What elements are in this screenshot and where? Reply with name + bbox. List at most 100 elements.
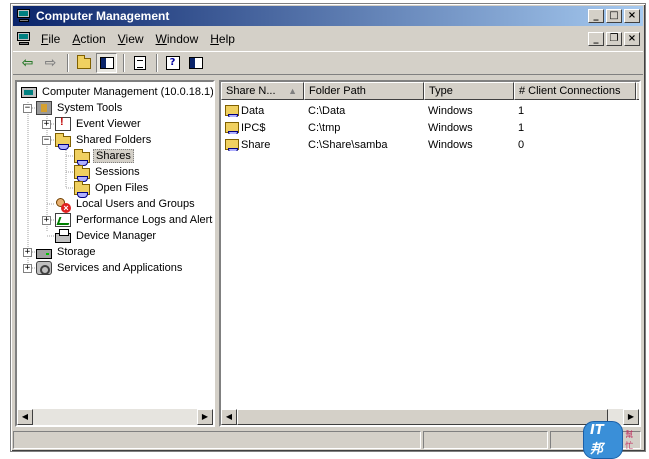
system-tools-icon <box>36 101 52 115</box>
tree-node-device-manager[interactable]: Device Manager <box>42 228 158 244</box>
client-area: Computer Management (10.0.18.1) − System… <box>13 78 643 429</box>
maximize-button[interactable]: □ <box>606 9 622 23</box>
event-viewer-icon <box>55 116 71 131</box>
scroll-right-icon[interactable]: ▶ <box>197 409 213 425</box>
cell-type: Windows <box>428 121 473 134</box>
menu-window[interactable]: Window <box>150 32 205 46</box>
minimize-button[interactable]: _ <box>588 9 604 23</box>
storage-icon <box>36 248 52 259</box>
expand-icon[interactable]: + <box>42 215 51 225</box>
tree-node-open-files[interactable]: Open Files <box>61 180 150 198</box>
tree-node-computer-management[interactable]: Computer Management (10.0.18.1) <box>21 84 214 100</box>
scroll-track[interactable] <box>237 409 623 425</box>
computer-icon <box>21 86 37 98</box>
expand-icon[interactable]: + <box>23 247 32 257</box>
cell-type: Windows <box>428 138 473 151</box>
details-list[interactable]: Share N... ▲ Folder Path Type # Client C… <box>219 80 641 427</box>
document-window-controls: _ ❐ × <box>588 32 643 46</box>
status-panel-main <box>13 431 421 449</box>
tree-node-sessions[interactable]: Sessions <box>61 164 142 182</box>
column-header-type[interactable]: Type <box>424 82 514 100</box>
document-system-menu-icon[interactable] <box>15 31 33 47</box>
table-row[interactable]: IPC$ C:\tmp Windows 1 <box>221 119 634 136</box>
cell-share-name: Share <box>241 138 271 151</box>
shared-folder-icon <box>55 132 71 150</box>
tree-node-services-and-applications[interactable]: + Services and Applications <box>23 260 184 276</box>
tree-label-device-manager: Device Manager <box>76 230 157 242</box>
menu-bar: File Action View Window Help _ ❐ × <box>13 28 643 50</box>
column-header-filler <box>636 82 639 100</box>
document-minimize-button[interactable]: _ <box>588 32 604 46</box>
tree-node-event-viewer[interactable]: + Event Viewer <box>42 116 143 132</box>
console-tree[interactable]: Computer Management (10.0.18.1) − System… <box>15 80 215 427</box>
cell-client-connections: 1 <box>518 104 525 117</box>
tree-node-storage[interactable]: + Storage <box>23 244 98 260</box>
collapse-icon[interactable]: − <box>23 103 32 113</box>
collapse-icon[interactable]: − <box>42 135 51 145</box>
cell-share-name: Data <box>241 104 265 117</box>
scroll-left-icon[interactable]: ◀ <box>17 409 33 425</box>
table-row[interactable]: Data C:\Data Windows 1 <box>221 102 634 119</box>
tree-label-sessions: Sessions <box>95 166 140 178</box>
tree-node-performance-logs[interactable]: + Performance Logs and Alerts <box>42 212 215 228</box>
local-users-icon <box>55 197 71 213</box>
up-one-level-icon[interactable] <box>73 53 94 73</box>
table-row[interactable]: Share C:\Share\samba Windows 0 <box>221 136 634 153</box>
cell-client-connections: 0 <box>518 138 525 151</box>
tree-node-shared-folders[interactable]: − Shared Folders <box>42 132 153 150</box>
scroll-track[interactable] <box>33 409 197 425</box>
tree-label-local-users: Local Users and Groups <box>76 198 195 210</box>
show-hide-tree-icon[interactable] <box>96 53 117 73</box>
scroll-left-icon[interactable]: ◀ <box>221 409 237 425</box>
expand-icon[interactable]: + <box>42 119 51 129</box>
cell-folder-path: C:\tmp <box>308 121 341 134</box>
toolbar-separator <box>67 54 69 72</box>
list-header: Share N... ▲ Folder Path Type # Client C… <box>221 82 639 100</box>
tree-label-open-files: Open Files <box>95 182 149 194</box>
document-close-button[interactable]: × <box>624 32 640 46</box>
column-header-client-connections[interactable]: # Client Connections <box>514 82 636 100</box>
computer-management-icon <box>16 9 32 23</box>
document-restore-button[interactable]: ❐ <box>606 32 622 46</box>
title-bar[interactable]: Computer Management _ □ × <box>13 6 643 26</box>
shared-folder-icon <box>74 148 90 166</box>
show-hide-action-pane-icon[interactable] <box>185 53 206 73</box>
cell-folder-path: C:\Share\samba <box>308 138 388 151</box>
close-button[interactable]: × <box>624 9 640 23</box>
menu-help[interactable]: Help <box>204 32 241 46</box>
performance-logs-icon <box>55 213 71 227</box>
computer-management-window: Computer Management _ □ × File Action Vi… <box>10 3 646 452</box>
status-bar <box>13 431 643 449</box>
help-icon[interactable]: ? <box>162 53 183 73</box>
ithome-watermark-logo: IT邦 幫忙 <box>583 421 641 459</box>
scroll-thumb[interactable] <box>237 409 608 425</box>
cell-folder-path: C:\Data <box>308 104 346 117</box>
export-list-icon[interactable] <box>129 53 150 73</box>
tree-label-performance-logs: Performance Logs and Alerts <box>76 214 215 226</box>
cell-client-connections: 1 <box>518 121 525 134</box>
menu-view[interactable]: View <box>112 32 150 46</box>
shared-folder-icon <box>74 180 90 198</box>
menu-action[interactable]: Action <box>66 32 111 46</box>
forward-arrow-icon[interactable]: ⇨ <box>40 53 61 73</box>
tree-node-local-users-and-groups[interactable]: Local Users and Groups <box>42 196 197 213</box>
status-panel-2 <box>423 431 548 449</box>
toolbar: ⇦ ⇨ ? <box>13 51 643 75</box>
tree-label-root: Computer Management (10.0.18.1) <box>42 86 214 98</box>
shared-folder-icon <box>225 105 239 117</box>
toolbar-separator <box>123 54 125 72</box>
tree-node-system-tools[interactable]: − System Tools <box>23 100 124 116</box>
expand-icon[interactable]: + <box>23 263 32 273</box>
cell-type: Windows <box>428 104 473 117</box>
tree-horizontal-scrollbar[interactable]: ◀ ▶ <box>17 409 213 425</box>
back-arrow-icon[interactable]: ⇦ <box>17 53 38 73</box>
column-header-folder-path[interactable]: Folder Path <box>304 82 424 100</box>
tree-label-system-tools: System Tools <box>57 102 123 114</box>
device-manager-icon <box>55 228 71 243</box>
column-header-share-name[interactable]: Share N... ▲ <box>221 82 304 100</box>
scroll-right-icon[interactable]: ▶ <box>623 409 639 425</box>
list-horizontal-scrollbar[interactable]: ◀ ▶ <box>221 409 639 425</box>
tree-label-shares: Shares <box>93 149 134 163</box>
menu-file[interactable]: File <box>35 32 66 46</box>
tree-node-shares[interactable]: Shares <box>61 148 134 166</box>
